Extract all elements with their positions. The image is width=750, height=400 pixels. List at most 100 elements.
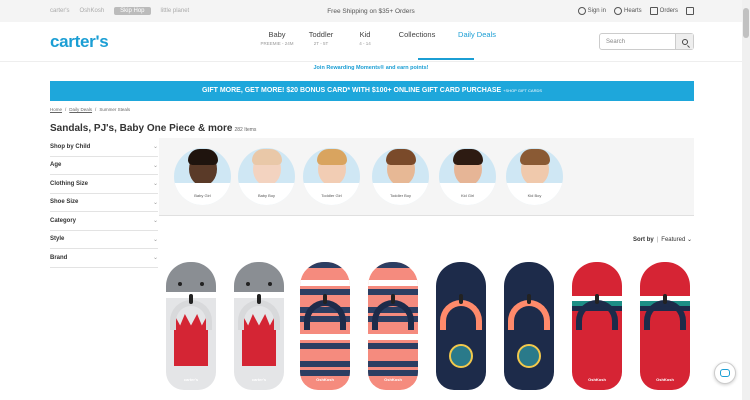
page-title: Sandals, PJ's, Baby One Piece & more 282 … [50,123,256,134]
heart-icon [613,7,622,15]
nav-kid-sub: 4 - 14 [359,41,371,46]
scrollbar[interactable] [742,0,750,400]
sole-brand-logo: carter's [183,377,199,382]
category-baby-girl[interactable]: Baby Girl [174,148,231,205]
category-label: Kid Girl [439,183,496,205]
breadcrumb: Home / Daily Deals / Summer Steals [50,107,130,112]
filter-brand[interactable]: Brand ⌄ [50,249,158,268]
sole-stripe [300,343,350,349]
filter-shoe-size[interactable]: Shoe Size ⌄ [50,194,158,212]
filter-label: Brand [50,254,68,261]
sort-label: Sort by [633,237,654,243]
orders-link[interactable]: Orders [649,7,678,15]
sandal-strap [304,300,346,330]
search-input[interactable]: Search [600,39,675,45]
product-image[interactable]: OshKosh [572,262,622,390]
category-hair [519,149,550,165]
nav-toddler-sub: 2T - 5T [313,41,329,46]
product-tile[interactable]: OshKosh [296,262,354,390]
filter-clothing-size[interactable]: Clothing Size ⌄ [50,175,158,194]
nav-collections[interactable]: Collections [387,30,447,46]
product-tile[interactable]: OshKosh [364,262,422,390]
filter-label: Shoe Size [50,199,79,206]
page-title-text: Sandals, PJ's, Baby One Piece & more [50,123,233,134]
sandal-strap [238,300,280,330]
promo-banner[interactable]: GIFT MORE, GET MORE! $20 BONUS CARD* WIT… [50,81,694,101]
chevron-down-icon: ⌄ [152,162,158,169]
product-tile[interactable]: OshKosh [568,262,626,390]
search-box[interactable]: Search [599,33,694,50]
chat-icon [720,369,730,377]
search-button[interactable] [675,34,693,49]
hearts-label: Hearts [623,8,642,14]
scrollbar-thumb[interactable] [743,8,749,38]
category-kid-girl[interactable]: Kid Girl [439,148,496,205]
product-tile[interactable] [500,262,558,390]
category-toddler-girl[interactable]: Toddler Girl [303,148,360,205]
nav-baby[interactable]: Baby PREEMIE - 24M [255,30,299,46]
product-tile[interactable]: OshKosh [636,262,694,390]
toe-post [257,294,261,304]
category-hair [251,149,282,165]
sole-brand-logo: OshKosh [316,377,334,382]
filter-label: Clothing Size [50,180,88,187]
box-icon [649,7,658,15]
shark-badge-graphic [517,344,541,368]
filter-sidebar: Shop by Child ⌄ Age ⌄ Clothing Size ⌄ Shoe … [50,138,158,268]
rewards-banner[interactable]: Join Rewarding Moments® and earn points! [0,62,742,74]
account-links: Sign in Hearts Orders [577,7,694,15]
shark-eye [246,282,250,286]
sign-in-link[interactable]: Sign in [577,7,606,15]
category-baby-boy[interactable]: Baby Boy [238,148,295,205]
breadcrumb-daily-deals[interactable]: Daily Deals [69,107,92,112]
breadcrumb-home[interactable]: Home [50,107,62,112]
breadcrumb-sep: / [65,107,67,112]
sole-brand-logo: OshKosh [384,377,402,382]
sandal-strap [170,300,212,330]
nav-daily-deals[interactable]: Daily Deals [447,30,507,46]
hearts-link[interactable]: Hearts [613,7,642,15]
filter-style[interactable]: Style ⌄ [50,231,158,249]
product-tile[interactable]: carter's [162,262,220,390]
promo-link[interactable]: +SHOP GIFT CARDS [503,88,542,93]
product-image[interactable]: OshKosh [640,262,690,390]
toe-post [323,294,327,304]
chevron-down-icon: ⌄ [152,144,158,151]
product-image[interactable] [436,262,486,390]
sole-stripe [368,280,418,286]
chat-button[interactable] [714,362,736,384]
cart-link[interactable] [686,7,694,15]
sort-control[interactable]: Sort by | Featured ⌄ [633,236,692,243]
sole-stripe [368,334,418,340]
shark-head [166,262,216,292]
filter-age[interactable]: Age ⌄ [50,157,158,175]
product-image[interactable]: carter's [234,262,284,390]
breadcrumb-current: Summer Steals [99,107,131,112]
product-image[interactable]: OshKosh [368,262,418,390]
sole-stripe [300,334,350,340]
product-tile[interactable]: carter's [230,262,288,390]
sole-stripe [300,271,350,277]
category-kid-boy[interactable]: Kid Boy [506,148,563,205]
product-image[interactable]: carter's [166,262,216,390]
nav-toddler[interactable]: Toddler 2T - 5T [299,30,343,46]
filter-label: Age [50,162,62,169]
category-toddler-boy[interactable]: Toddler Boy [372,148,429,205]
carters-logo[interactable]: carter's [50,32,109,52]
chevron-down-icon: ⌄ [152,236,158,243]
nav-collections-label: Collections [398,30,436,39]
product-image[interactable] [504,262,554,390]
sole-stripe [368,343,418,349]
product-image[interactable]: OshKosh [300,262,350,390]
category-label: Kid Boy [506,183,563,205]
shop-by-child-panel: Baby Girl Baby Boy Toddler Girl Toddler Boy… [159,138,694,216]
filter-category[interactable]: Category ⌄ [50,212,158,231]
sandal-strap [372,300,414,330]
shark-badge-graphic [449,344,473,368]
product-tile[interactable] [432,262,490,390]
nav-kid-label: Kid [359,30,371,39]
sign-in-label: Sign in [587,8,606,14]
nav-kid[interactable]: Kid 4 - 14 [343,30,387,46]
filter-shop-by-child[interactable]: Shop by Child ⌄ [50,138,158,157]
category-label: Toddler Boy [372,183,429,205]
